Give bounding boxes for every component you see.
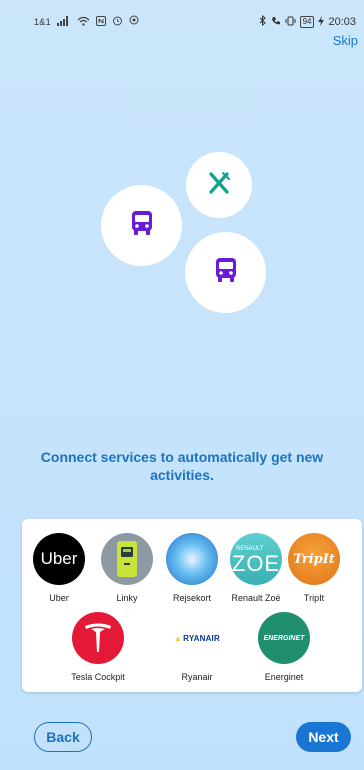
ryanair-harp-icon: ▲ [174,633,183,643]
transit-bubble-right [185,232,266,313]
status-bar: 1&1 94 20:03 [0,0,364,32]
linky-meter-icon [101,533,153,585]
energinet-logo: ENERGINET [258,612,310,664]
next-button[interactable]: Next [296,722,351,752]
call-icon [271,16,281,29]
location-icon [129,15,139,29]
skip-button[interactable]: Skip [333,33,358,48]
back-button[interactable]: Back [34,722,92,752]
service-label: Linky [116,593,138,603]
signal-bars-icon [56,15,71,29]
service-tripit[interactable]: TripIt TripIt [274,533,354,603]
wifi-icon [77,16,90,29]
service-label: TripIt [303,593,325,603]
service-label: Ryanair [181,672,213,682]
tesla-logo [72,612,124,664]
service-tesla-cockpit[interactable]: Tesla Cockpit [58,612,138,682]
status-left: 1&1 [34,15,139,29]
tripit-logo-text: TripIt [293,551,335,567]
bus-icon [214,257,238,288]
energinet-logo-text: ENERGINET [263,634,305,642]
onboarding-headline: Connect services to automatically get ne… [40,449,324,483]
tripit-logo: TripIt [288,533,340,585]
vibrate-icon [285,16,296,29]
uber-logo-text: Uber [40,549,78,568]
clock-time: 20:03 [328,16,356,28]
battery-indicator: 94 [299,16,315,28]
ryanair-logo: ▲ RYANAIR [167,612,227,664]
restaurant-bubble [186,152,252,218]
fork-knife-icon [206,170,232,201]
carrier-label: 1&1 [34,17,51,27]
transit-bubble-left [101,185,182,266]
bluetooth-icon [259,14,267,29]
status-right: 94 20:03 [259,14,356,29]
zoe-logo-text: ZOE [231,550,281,576]
services-card: Uber Uber Linky Rejsekort RENAULT ZOE Re… [22,519,362,692]
rejsekort-logo [166,533,218,585]
bus-icon [130,210,154,241]
service-label: Uber [49,593,69,603]
service-ryanair[interactable]: ▲ RYANAIR Ryanair [157,612,237,682]
ryanair-logo-text: RYANAIR [183,633,220,643]
service-label: Energinet [264,672,304,682]
uber-logo: Uber [33,533,85,585]
service-energinet[interactable]: ENERGINET Energinet [244,612,324,682]
service-label: Tesla Cockpit [71,672,125,682]
alarm-icon [112,15,123,29]
nfc-icon [95,15,106,29]
service-label: Rejsekort [172,593,211,603]
charging-icon [318,15,325,29]
